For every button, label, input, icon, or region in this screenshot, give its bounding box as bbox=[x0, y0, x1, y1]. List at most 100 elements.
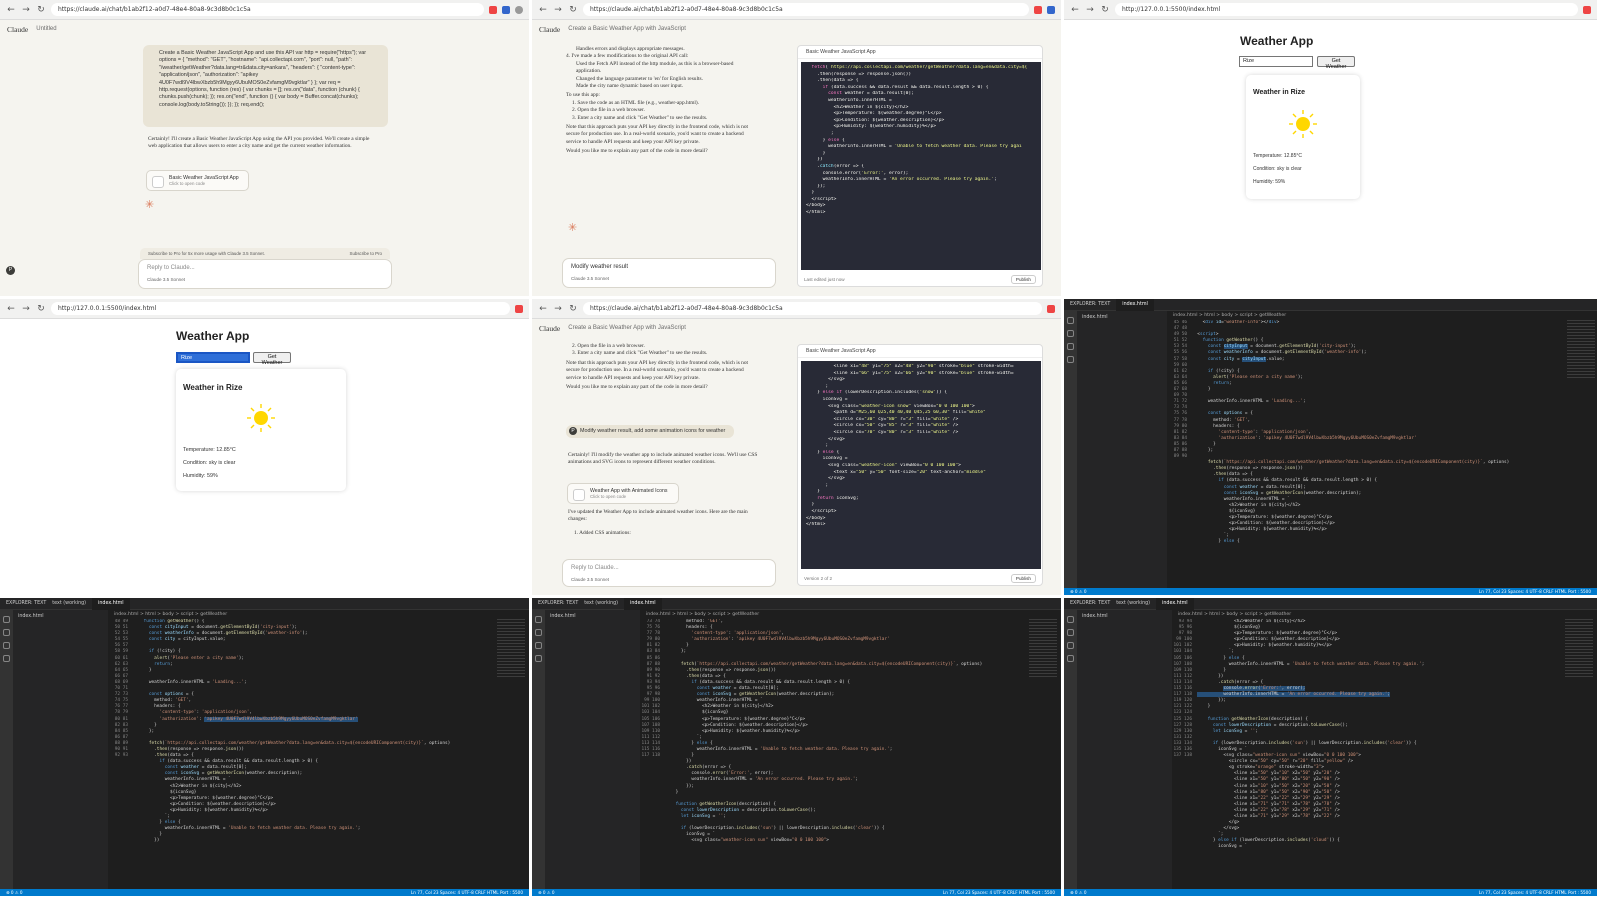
profile-icon[interactable] bbox=[515, 5, 523, 14]
get-weather-button[interactable]: Get Weather bbox=[253, 352, 291, 366]
reload-icon[interactable]: ↻ bbox=[568, 304, 578, 314]
search-icon[interactable] bbox=[1067, 330, 1074, 337]
file-item[interactable]: index.html bbox=[1082, 614, 1108, 619]
extensions-icon[interactable] bbox=[3, 655, 10, 662]
address-bar[interactable]: https://claude.ai/chat/b1ab2f12-a0d7-48e… bbox=[583, 3, 1029, 16]
problems-count[interactable]: ⊗ 0 ⚠ 0 bbox=[6, 889, 23, 896]
forward-icon[interactable]: → bbox=[553, 5, 563, 15]
artifact-button[interactable]: Weather App with Animated Icons Click to… bbox=[567, 483, 679, 504]
model-selector[interactable]: Claude 3.5 Sonnet bbox=[571, 577, 767, 582]
extensions-icon[interactable] bbox=[1067, 655, 1074, 662]
forward-icon[interactable]: → bbox=[553, 304, 563, 314]
city-input[interactable]: Rize bbox=[176, 352, 250, 363]
reload-icon[interactable]: ↻ bbox=[36, 304, 46, 314]
reply-input[interactable]: Reply to Claude... bbox=[147, 265, 195, 271]
reload-icon[interactable]: ↻ bbox=[568, 5, 578, 15]
problems-count[interactable]: ⊗ 0 ⚠ 0 bbox=[538, 889, 555, 896]
tab-text[interactable]: text (working) bbox=[1116, 601, 1150, 606]
forward-icon[interactable]: → bbox=[1085, 5, 1095, 15]
code-editor[interactable]: <h2>Weather in ${city}</h2> ${iconSvg} <… bbox=[1197, 619, 1563, 889]
code-view[interactable]: fetch(`https://api.collectapi.com/weathe… bbox=[801, 62, 1041, 270]
minimap[interactable] bbox=[1029, 619, 1057, 679]
search-icon[interactable] bbox=[1067, 629, 1074, 636]
reply-box[interactable]: Reply to Claude... Claude 3.5 Sonnet bbox=[138, 259, 392, 289]
file-item[interactable]: index.html bbox=[550, 614, 576, 619]
problems-count[interactable]: ⊗ 0 ⚠ 0 bbox=[1070, 588, 1087, 595]
search-icon[interactable] bbox=[535, 629, 542, 636]
source-control-icon[interactable] bbox=[1067, 642, 1074, 649]
code-editor[interactable]: <div id="weather-info"></div> <script> f… bbox=[1192, 320, 1567, 588]
files-icon[interactable] bbox=[535, 616, 542, 623]
chat-title[interactable]: Untitled bbox=[36, 26, 56, 32]
model-selector[interactable]: Claude 3.5 Sonnet bbox=[571, 276, 767, 281]
reload-icon[interactable]: ↻ bbox=[36, 5, 46, 15]
source-control-icon[interactable] bbox=[535, 642, 542, 649]
extension-icon[interactable] bbox=[489, 5, 497, 14]
artifact-button[interactable]: Basic Weather JavaScript App Click to op… bbox=[146, 170, 249, 191]
back-icon[interactable]: ← bbox=[6, 5, 16, 15]
city-input[interactable]: Rize bbox=[1239, 56, 1313, 67]
tab-index-html[interactable]: index.html bbox=[624, 598, 662, 610]
extensions-icon[interactable] bbox=[535, 655, 542, 662]
minimap[interactable] bbox=[497, 619, 525, 679]
back-icon[interactable]: ← bbox=[6, 304, 16, 314]
extension-icon[interactable] bbox=[515, 304, 523, 313]
file-item[interactable]: index.html bbox=[18, 614, 44, 619]
tab-text[interactable]: text (working) bbox=[52, 601, 86, 606]
back-icon[interactable]: ← bbox=[1070, 5, 1080, 15]
reply-input[interactable]: Reply to Claude... bbox=[571, 565, 619, 571]
code-editor[interactable]: method: 'GET', headers: { 'content-type'… bbox=[665, 619, 1027, 889]
reply-input[interactable]: Modify weather result bbox=[571, 264, 628, 270]
files-icon[interactable] bbox=[1067, 616, 1074, 623]
extensions-icon[interactable] bbox=[1067, 356, 1074, 363]
model-selector[interactable]: Claude 3.5 Sonnet bbox=[147, 277, 383, 282]
file-item[interactable]: index.html bbox=[1082, 315, 1108, 320]
editor-status[interactable]: Ln 77, Col 23 Spaces: 4 UTF-8 CRLF HTML … bbox=[411, 889, 523, 896]
chat-title[interactable]: Create a Basic Weather App with JavaScri… bbox=[568, 325, 686, 331]
source-control-icon[interactable] bbox=[1067, 343, 1074, 350]
version-nav[interactable]: Version 2 of 2 bbox=[804, 576, 832, 581]
publish-button[interactable]: Publish bbox=[1010, 574, 1036, 583]
minimap[interactable] bbox=[1567, 320, 1595, 380]
extension-icon[interactable] bbox=[1047, 304, 1055, 313]
extension-icon[interactable] bbox=[1583, 5, 1591, 14]
breadcrumb[interactable]: index.html > html > body > script > getW… bbox=[1172, 610, 1597, 619]
address-bar[interactable]: http://127.0.0.1:5500/index.html bbox=[51, 302, 510, 315]
subscribe-link[interactable]: Subscribe to Pro bbox=[350, 251, 382, 256]
back-icon[interactable]: ← bbox=[538, 304, 548, 314]
code-editor[interactable]: function getWeather() { const cityInput … bbox=[133, 619, 495, 889]
address-bar[interactable]: http://127.0.0.1:5500/index.html bbox=[1115, 3, 1578, 16]
code-view[interactable]: <line x1="48" y1="75" x2="48" y2="90" st… bbox=[801, 361, 1041, 569]
reply-box[interactable]: Reply to Claude... Claude 3.5 Sonnet bbox=[562, 559, 776, 587]
editor-status[interactable]: Ln 77, Col 23 Spaces: 4 UTF-8 CRLF HTML … bbox=[1479, 889, 1591, 896]
breadcrumb[interactable]: index.html > html > body > script > getW… bbox=[640, 610, 1061, 619]
breadcrumb[interactable]: index.html > html > body > script > getW… bbox=[1167, 311, 1597, 320]
extension-icon[interactable] bbox=[1047, 5, 1055, 14]
search-icon[interactable] bbox=[3, 629, 10, 636]
back-icon[interactable]: ← bbox=[538, 5, 548, 15]
address-bar[interactable]: https://claude.ai/chat/b1ab2f12-a0d7-48e… bbox=[583, 302, 1042, 315]
reply-box[interactable]: Modify weather result Claude 3.5 Sonnet bbox=[562, 258, 776, 288]
files-icon[interactable] bbox=[1067, 317, 1074, 324]
forward-icon[interactable]: → bbox=[21, 5, 31, 15]
reload-icon[interactable]: ↻ bbox=[1100, 5, 1110, 15]
chat-title[interactable]: Create a Basic Weather App with JavaScri… bbox=[568, 26, 686, 32]
breadcrumb[interactable]: index.html > html > body > script > getW… bbox=[108, 610, 529, 619]
address-bar[interactable]: https://claude.ai/chat/b1ab2f12-a0d7-48e… bbox=[51, 3, 484, 16]
files-icon[interactable] bbox=[3, 616, 10, 623]
tab-index-html[interactable]: index.html bbox=[92, 598, 130, 610]
extension-icon[interactable] bbox=[1034, 5, 1042, 14]
source-control-icon[interactable] bbox=[3, 642, 10, 649]
problems-count[interactable]: ⊗ 0 ⚠ 0 bbox=[1070, 889, 1087, 896]
editor-status[interactable]: Ln 77, Col 23 Spaces: 4 UTF-8 CRLF HTML … bbox=[943, 889, 1055, 896]
extension-icon[interactable] bbox=[502, 5, 510, 14]
publish-button[interactable]: Publish bbox=[1010, 275, 1036, 284]
profile-avatar[interactable]: P bbox=[6, 266, 15, 275]
editor-status[interactable]: Ln 77, Col 23 Spaces: 4 UTF-8 CRLF HTML … bbox=[1479, 588, 1591, 595]
tab-text[interactable]: text (working) bbox=[584, 601, 618, 606]
tab-index-html[interactable]: index.html bbox=[1156, 598, 1194, 610]
forward-icon[interactable]: → bbox=[21, 304, 31, 314]
get-weather-button[interactable]: Get Weather bbox=[1317, 56, 1355, 70]
tab-index-html[interactable]: index.html bbox=[1116, 299, 1154, 311]
minimap[interactable] bbox=[1565, 619, 1593, 679]
